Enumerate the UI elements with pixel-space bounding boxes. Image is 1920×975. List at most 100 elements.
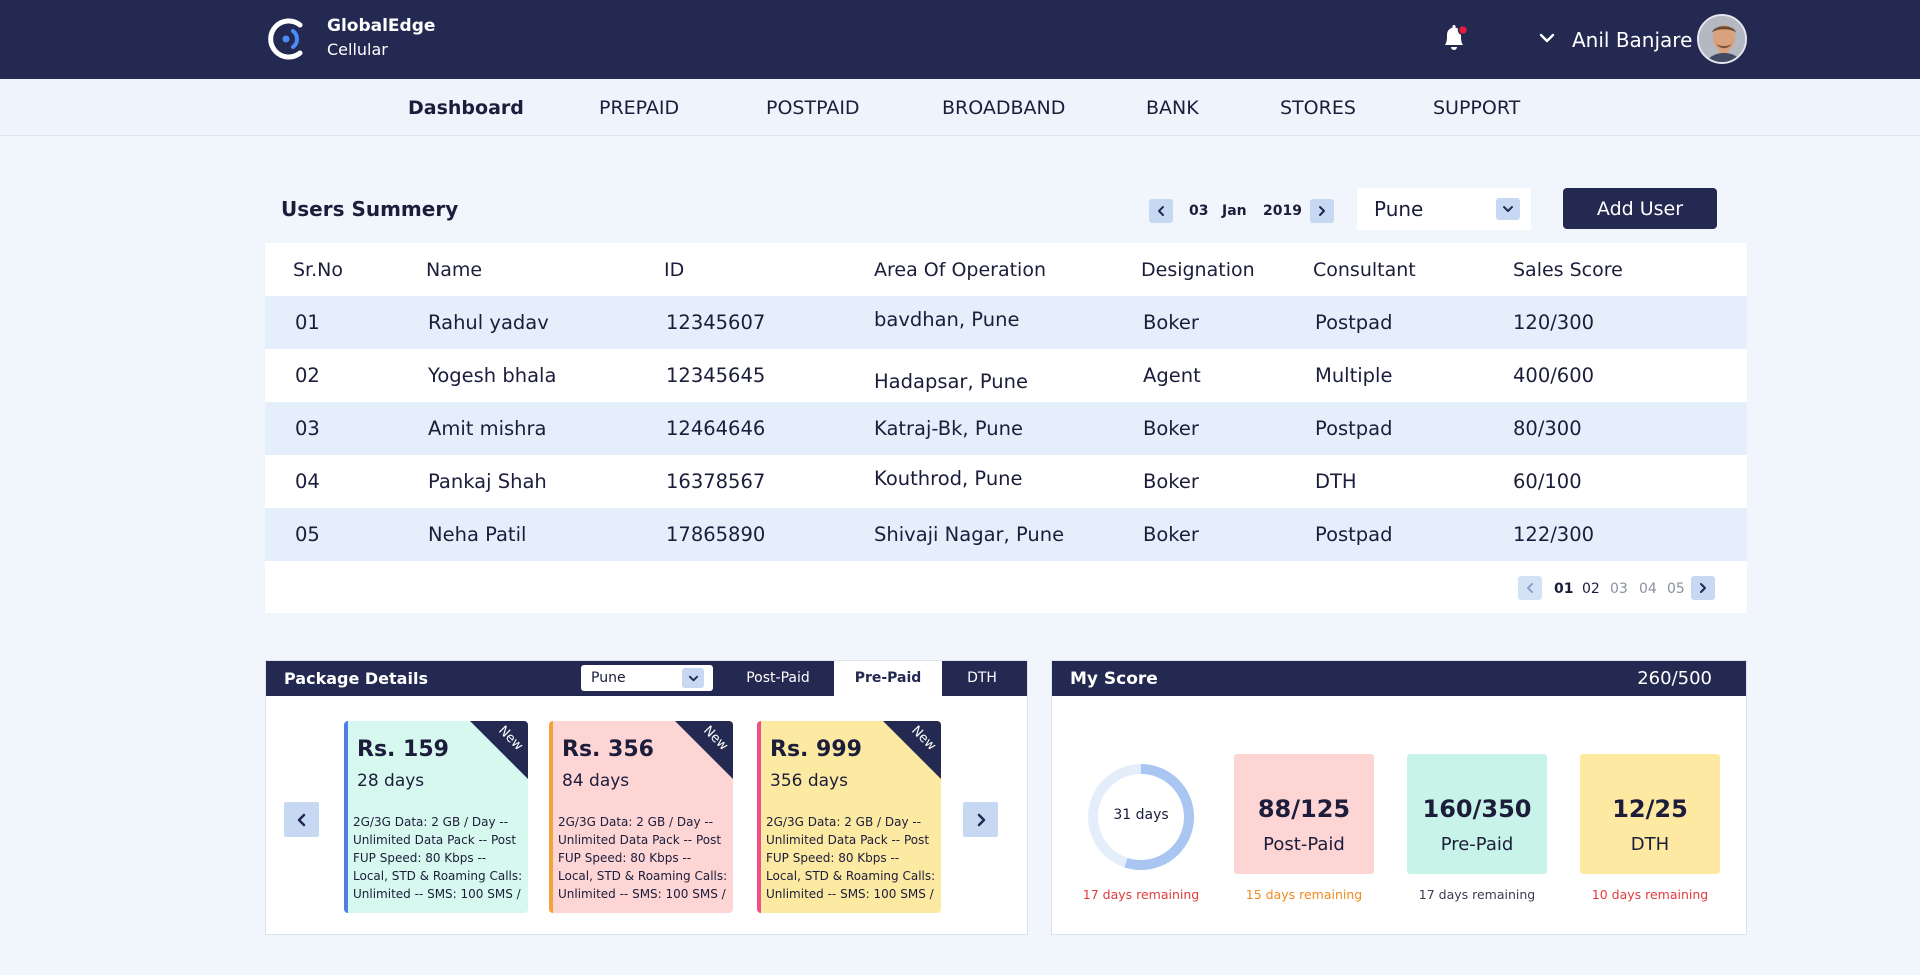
cell-name: Rahul yadav — [428, 311, 549, 334]
page-number[interactable]: 03 — [1610, 579, 1628, 599]
tile-days-remaining: 10 days remaining — [1591, 887, 1709, 902]
nav-postpaid[interactable]: POSTPAID — [766, 95, 860, 121]
package-details-header: Package Details Pune Post-Paid Pre-Paid … — [266, 661, 1027, 696]
cell-designation: Boker — [1143, 523, 1199, 546]
plan-price: Rs. 356 — [562, 737, 654, 762]
main-nav: Dashboard PREPAID POSTPAID BROADBAND BAN… — [0, 79, 1920, 136]
table-row[interactable]: 02 Yogesh bhala 12345645 Hadapsar, Pune … — [265, 349, 1747, 402]
new-badge: New — [883, 721, 941, 779]
plan-validity: 84 days — [562, 771, 630, 791]
carousel-prev-button[interactable] — [284, 802, 319, 837]
column-header: Consultant — [1313, 259, 1416, 281]
tab-pre-paid[interactable]: Pre-Paid — [834, 661, 942, 696]
chevron-down-icon[interactable] — [1538, 30, 1556, 46]
column-header: Name — [426, 259, 483, 281]
tab-dth[interactable]: DTH — [952, 661, 1012, 696]
cell-sr: 01 — [295, 311, 320, 334]
date-prev-button[interactable] — [1149, 199, 1173, 223]
tab-post-paid[interactable]: Post-Paid — [728, 661, 828, 696]
date-year: 2019 — [1263, 203, 1302, 219]
carousel-next-button[interactable] — [963, 802, 998, 837]
score-tile-post-paid[interactable]: 88/125 Post-Paid — [1234, 754, 1374, 874]
cell-id: 12464646 — [666, 417, 766, 440]
cell-score: 400/600 — [1513, 364, 1595, 387]
plan-card[interactable]: New Rs. 356 84 days 2G/3G Data: 2 GB / D… — [549, 721, 733, 913]
cell-area: Hadapsar, Pune — [874, 370, 1028, 393]
nav-prepaid[interactable]: PREPAID — [599, 95, 679, 121]
table-row[interactable]: 04 Pankaj Shah 16378567 Kouthrod, Pune B… — [265, 455, 1747, 508]
bell-icon[interactable] — [1439, 22, 1469, 54]
cell-name: Yogesh bhala — [428, 364, 557, 387]
page-next-button[interactable] — [1691, 576, 1715, 600]
page-number[interactable]: 04 — [1639, 579, 1657, 599]
cell-score: 120/300 — [1513, 311, 1595, 334]
cell-area: bavdhan, Pune — [874, 308, 1020, 331]
plan-card-stripe — [549, 721, 553, 913]
brand-line1: GlobalEdge — [327, 16, 436, 36]
cell-designation: Boker — [1143, 417, 1199, 440]
chevron-right-icon — [977, 813, 985, 826]
table-row[interactable]: 01 Rahul yadav 12345607 bavdhan, Pune Bo… — [265, 296, 1747, 349]
plan-card-stripe — [344, 721, 348, 913]
date-next-button[interactable] — [1310, 199, 1334, 223]
add-user-button[interactable]: Add User — [1563, 188, 1717, 229]
nav-bank[interactable]: BANK — [1146, 95, 1199, 121]
column-header: Area Of Operation — [874, 259, 1047, 281]
page-number[interactable]: 02 — [1582, 579, 1600, 599]
table-row[interactable]: 03 Amit mishra 12464646 Katraj-Bk, Pune … — [265, 402, 1747, 455]
brand-line2: Cellular — [327, 40, 388, 59]
score-tile-pre-paid[interactable]: 160/350 Pre-Paid — [1407, 754, 1547, 874]
new-badge: New — [470, 721, 528, 779]
plan-validity: 356 days — [770, 771, 848, 791]
cell-score: 60/100 — [1513, 470, 1582, 493]
nav-broadband[interactable]: BROADBAND — [942, 95, 1065, 121]
page-prev-button[interactable] — [1518, 576, 1542, 600]
users-table: Sr.No Name ID Area Of Operation Designat… — [265, 243, 1747, 613]
plan-validity: 28 days — [357, 771, 425, 791]
plan-price: Rs. 999 — [770, 737, 862, 762]
chevron-left-icon — [1158, 206, 1164, 216]
brand-logo-icon[interactable] — [264, 16, 310, 62]
cycle-days-remaining: 17 days remaining — [1082, 887, 1200, 902]
city-select[interactable]: Pune — [1357, 188, 1531, 230]
tile-days-remaining: 15 days remaining — [1245, 887, 1363, 902]
user-name[interactable]: Anil Banjare — [1572, 26, 1692, 54]
cell-id: 16378567 — [666, 470, 766, 493]
cell-score: 80/300 — [1513, 417, 1582, 440]
my-score-card: My Score 260/500 31 days 17 days remaini… — [1051, 660, 1747, 935]
cell-name: Pankaj Shah — [428, 470, 547, 493]
avatar[interactable] — [1697, 14, 1747, 64]
package-details-card: Package Details Pune Post-Paid Pre-Paid … — [265, 660, 1028, 935]
cell-name: Neha Patil — [428, 523, 527, 546]
cell-consultant: Postpad — [1315, 311, 1393, 334]
cell-consultant: Multiple — [1315, 364, 1393, 387]
package-city-select[interactable]: Pune — [581, 665, 713, 691]
avatar-image — [1699, 16, 1745, 62]
new-badge: New — [675, 721, 733, 779]
page-number[interactable]: 05 — [1667, 579, 1685, 599]
cell-sr: 05 — [295, 523, 320, 546]
plan-description: 2G/3G Data: 2 GB / Day -- Unlimited Data… — [766, 815, 936, 901]
score-tile-dth[interactable]: 12/25 DTH — [1580, 754, 1720, 874]
plan-card[interactable]: New Rs. 999 356 days 2G/3G Data: 2 GB / … — [757, 721, 941, 913]
nav-stores[interactable]: STORES — [1280, 95, 1356, 121]
tile-label: DTH — [1630, 834, 1670, 855]
nav-dashboard[interactable]: Dashboard — [408, 95, 524, 121]
package-details-title: Package Details — [284, 669, 428, 688]
page-number[interactable]: 01 — [1554, 579, 1573, 599]
cell-area: Shivaji Nagar, Pune — [874, 523, 1065, 546]
cell-consultant: Postpad — [1315, 523, 1393, 546]
column-header: Sr.No — [293, 259, 344, 281]
tile-label: Pre-Paid — [1440, 834, 1514, 855]
cell-id: 12345645 — [666, 364, 766, 387]
plan-card[interactable]: New Rs. 159 28 days 2G/3G Data: 2 GB / D… — [344, 721, 528, 913]
cycle-days-label: 31 days — [1113, 807, 1169, 823]
cell-consultant: DTH — [1315, 470, 1357, 493]
cell-designation: Boker — [1143, 311, 1199, 334]
chevron-right-icon — [1700, 583, 1706, 593]
chevron-down-icon — [682, 668, 704, 688]
chevron-right-icon — [1319, 206, 1325, 216]
table-row[interactable]: 05 Neha Patil 17865890 Shivaji Nagar, Pu… — [265, 508, 1747, 561]
nav-support[interactable]: SUPPORT — [1433, 95, 1520, 121]
chevron-left-icon — [297, 813, 305, 826]
